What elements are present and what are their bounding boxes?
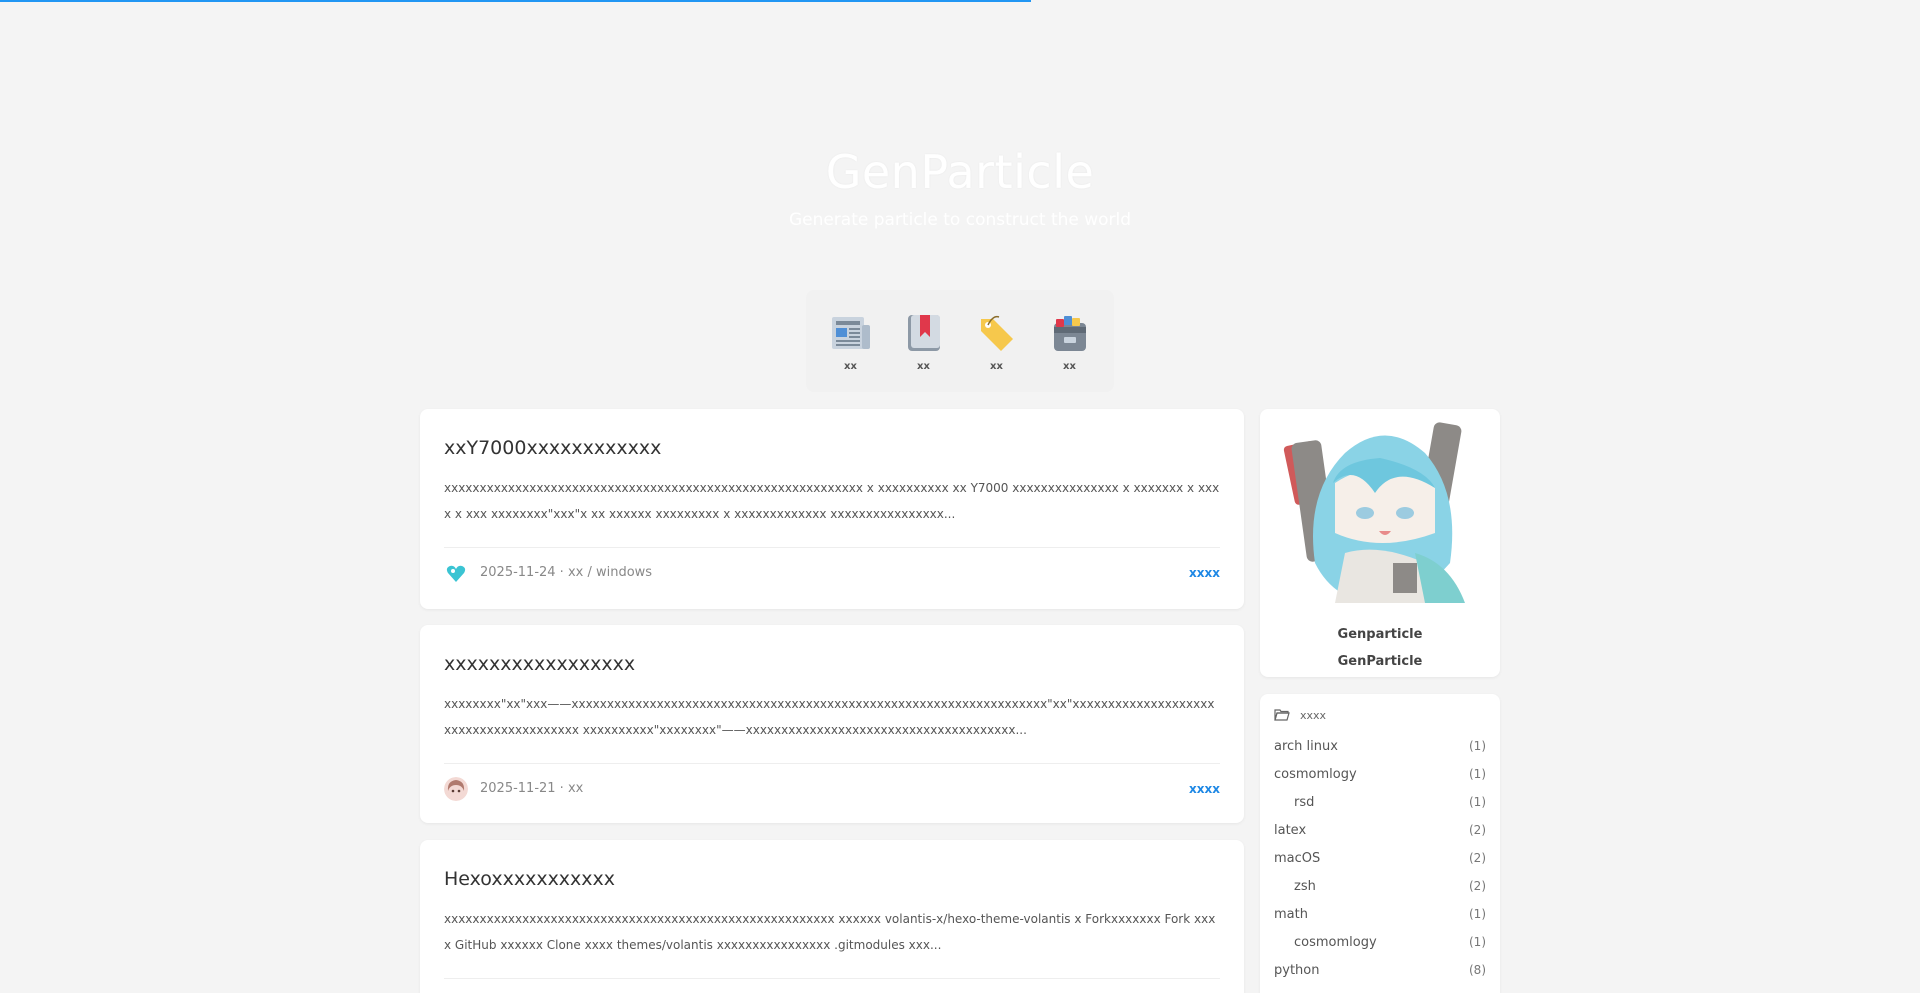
reading-progress-bar [0,0,1032,2]
post-meta-text: 2025-11-21 · xx [480,781,584,796]
category-item[interactable]: arch linux (1) [1274,732,1486,760]
post-meta [444,978,1220,993]
nav-item-label: xx [990,360,1003,372]
category-count: (2) [1469,823,1486,837]
category-count: (1) [1469,739,1486,753]
post-excerpt: xxxxxxxx"xx"xxx——xxxxxxxxxxxxxxxxxxxxxxx… [444,697,1215,737]
category-name: macOS [1274,850,1321,866]
nav-item-bookmarks[interactable]: xx [894,311,954,372]
post-card: Hexoxxxxxxxxxxx xxxxxxxxxxxxxxxxxxxxxxxx… [420,840,1244,993]
folder-open-icon [1274,709,1290,721]
nav-item-label: xx [844,360,857,372]
archive-box-icon [1053,315,1086,351]
category-name: arch linux [1274,738,1338,754]
newspaper-icon [831,316,870,349]
post-meta-text: 2025-11-24 · xx / windows [480,565,653,580]
category-name: zsh [1294,878,1316,894]
profile-subname: GenParticle [1337,654,1423,669]
category-name: cosmomlogy [1294,934,1377,950]
profile-name: Genparticle [1337,627,1423,642]
category-item[interactable]: python (8) [1274,956,1486,984]
post-meta: 2025-11-21 · xx xxxx [444,763,1220,813]
post-excerpt: xxxxxxxxxxxxxxxxxxxxxxxxxxxxxxxxxxxxxxxx… [444,912,1216,952]
category-name: math [1274,906,1308,922]
category-name: latex [1274,822,1307,838]
miku-chibi-avatar[interactable] [1275,413,1485,613]
post-excerpt: xxxxxxxxxxxxxxxxxxxxxxxxxxxxxxxxxxxxxxxx… [444,481,1220,521]
category-count: (1) [1469,907,1486,921]
category-item[interactable]: math (1) [1274,900,1486,928]
site-subtitle: Generate particle to construct the world [788,210,1132,230]
category-item[interactable]: cosmomlogy (1) [1274,928,1486,956]
category-count: (8) [1469,963,1486,977]
read-more-link[interactable]: xxxx [1189,782,1220,796]
category-name: cosmomlogy [1274,766,1357,782]
girl-avatar-icon [444,776,468,801]
category-count: (1) [1469,767,1486,781]
post-title[interactable]: Hexoxxxxxxxxxxx [444,868,1220,890]
category-count: (1) [1469,795,1486,809]
category-item[interactable]: rsd (1) [1274,788,1486,816]
category-header-label: xxxx [1300,708,1327,722]
category-card: xxxx arch linux (1) cosmomlogy (1) rsd (1) … [1260,694,1500,993]
profile-card: Genparticle GenParticle [1260,409,1500,677]
tag-icon [980,315,1013,351]
category-name: python [1274,962,1320,978]
category-header: xxxx [1274,708,1486,722]
nav-item-label: xx [1063,360,1076,372]
category-item[interactable]: zsh (2) [1274,872,1486,900]
nav-item-label: xx [917,360,930,372]
post-title[interactable]: xxxxxxxxxxxxxxxxx [444,653,1220,675]
post-title[interactable]: xxY7000xxxxxxxxxxxx [444,437,1220,459]
category-name: rsd [1294,794,1315,810]
post-meta: 2025-11-24 · xx / windows xxxx [444,547,1220,597]
nav-menu: xx xx xx xx [806,290,1114,392]
category-count: (1) [1469,935,1486,949]
category-count: (2) [1469,851,1486,865]
category-item[interactable]: latex (2) [1274,816,1486,844]
bookmark-book-icon [907,314,940,351]
category-item[interactable]: macOS (2) [1274,844,1486,872]
miku-heart-avatar-icon [444,561,468,585]
nav-item-posts[interactable]: xx [821,311,881,372]
category-item[interactable]: cosmomlogy (1) [1274,760,1486,788]
read-more-link[interactable]: xxxx [1189,566,1220,580]
post-card: xxY7000xxxxxxxxxxxx xxxxxxxxxxxxxxxxxxxx… [420,409,1244,609]
nav-item-archives[interactable]: xx [1040,311,1100,372]
post-card: xxxxxxxxxxxxxxxxx xxxxxxxx"xx"xxx——xxxxx… [420,625,1244,823]
site-title[interactable]: GenParticle [0,145,1920,199]
category-count: (2) [1469,879,1486,893]
nav-item-tags[interactable]: xx [967,311,1027,372]
